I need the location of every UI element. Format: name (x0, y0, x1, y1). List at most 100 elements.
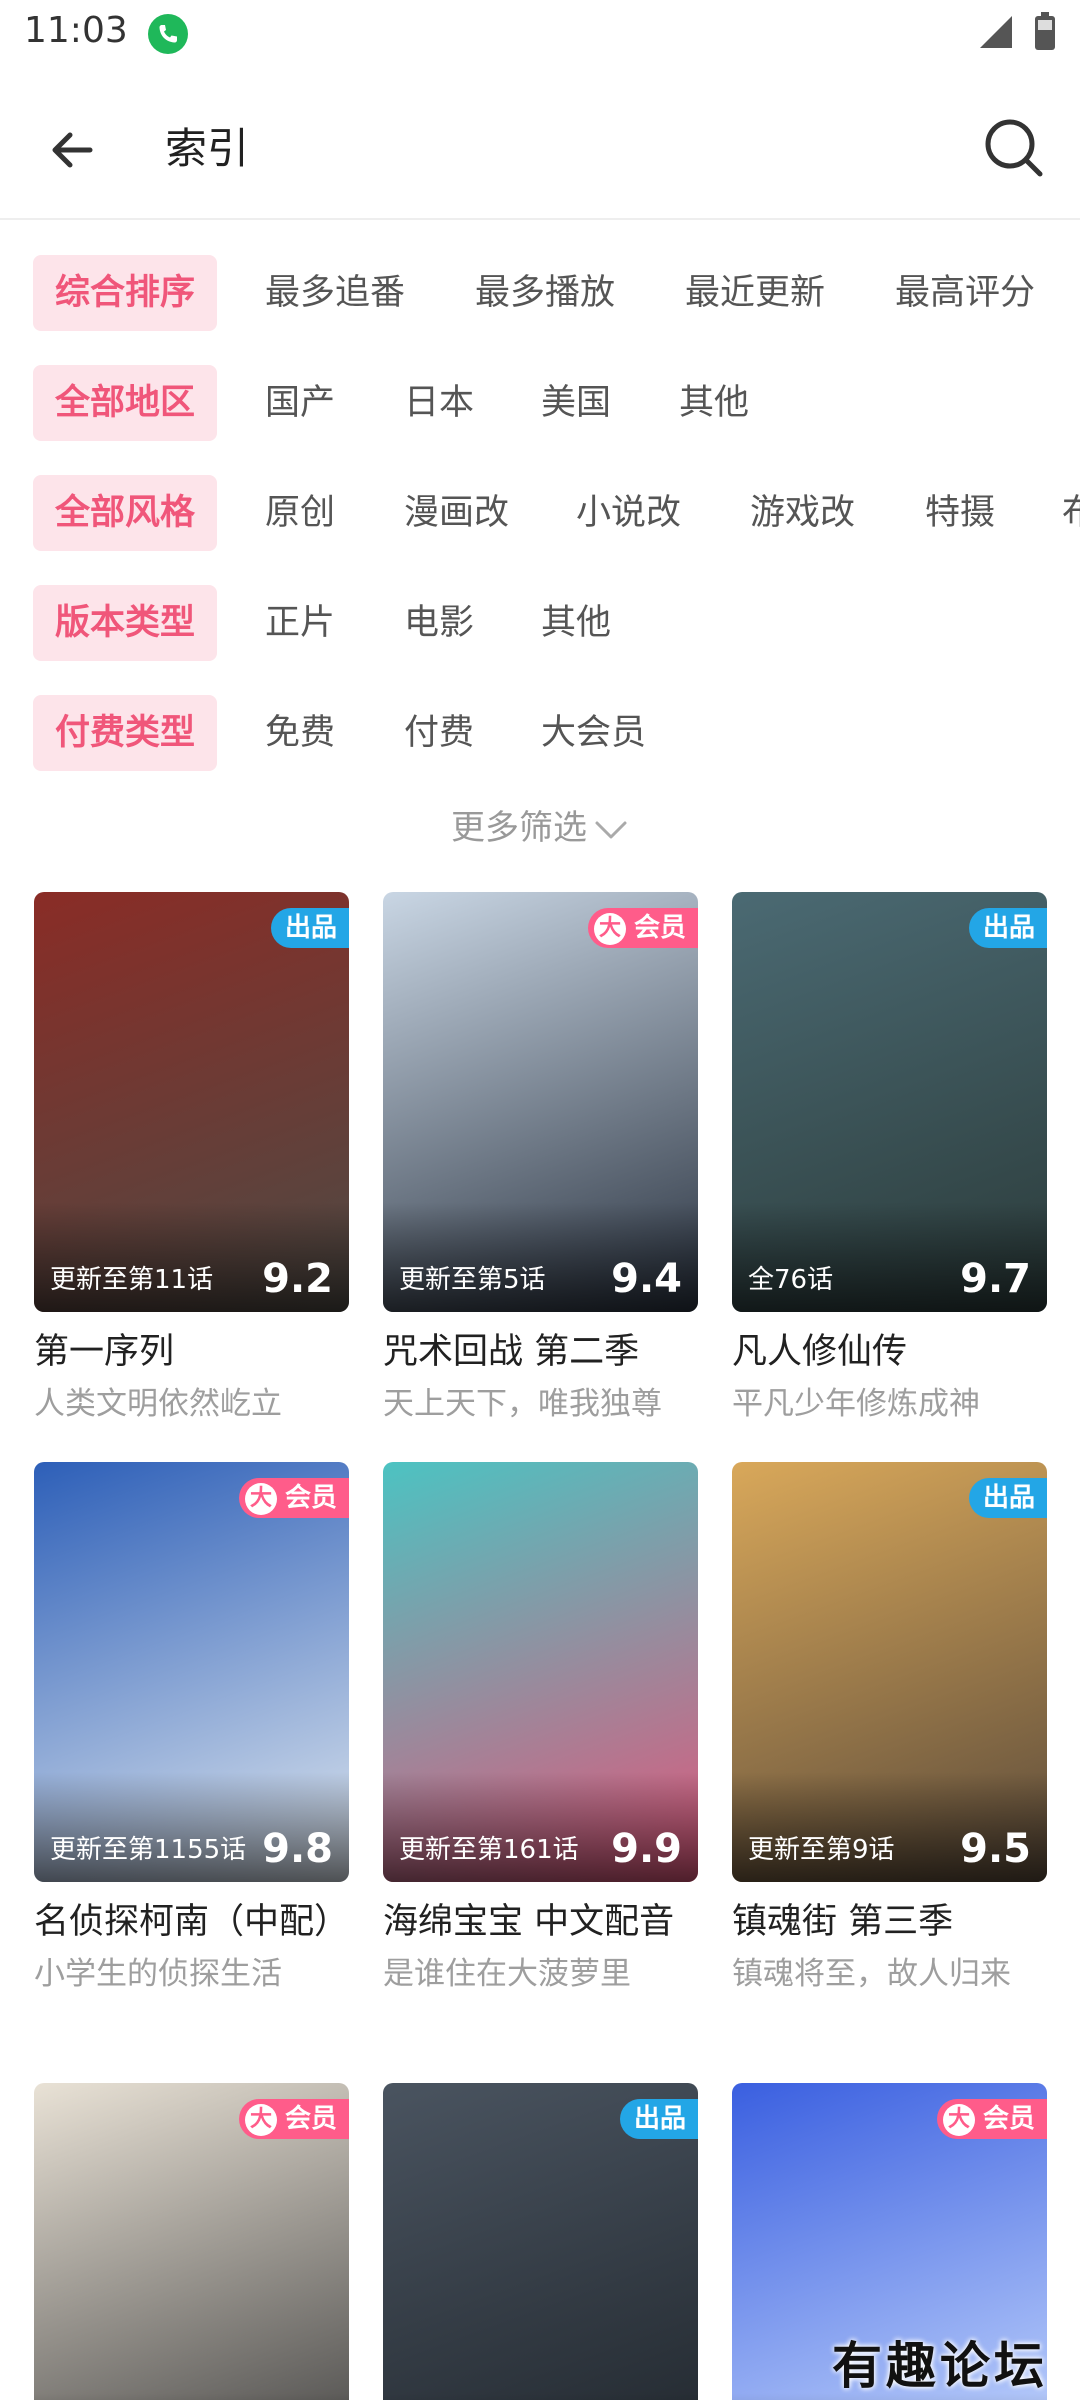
poster-image[interactable]: 出品 (383, 2083, 698, 2400)
chip-style-original[interactable]: 原创 (265, 475, 335, 551)
poster-shade (383, 2393, 698, 2400)
anime-card[interactable]: 出品 (383, 2083, 698, 2400)
anime-card[interactable]: 出品 更新至第11话 9.2 第一序列人类文明依然屹立 (34, 892, 349, 1426)
poster-shade (34, 2393, 349, 2400)
badge-label: 出品 (284, 913, 337, 943)
status-time: 11:03 (24, 10, 128, 51)
chip-style-novel[interactable]: 小说改 (576, 475, 681, 551)
card-title[interactable]: 第一序列 (34, 1326, 349, 1378)
rating-score: 9.5 (960, 1826, 1031, 1872)
anime-card[interactable]: 大会员更新至第5话 9.4 咒术回战 第二季天上天下，唯我独尊 (383, 892, 698, 1426)
app-bar: 索引 (0, 70, 1080, 220)
badge-label: 出品 (633, 2104, 686, 2134)
poster-image[interactable]: 大会员更新至第5话 9.4 (383, 892, 698, 1312)
poster-image[interactable]: 出品 全76话 9.7 (732, 892, 1047, 1312)
vip-badge: 大会员 (238, 2099, 349, 2139)
signal-icon (980, 16, 1012, 48)
poster-image[interactable]: 更新至第161话 9.9 (383, 1462, 698, 1882)
card-title[interactable]: 镇魂街 第三季 (732, 1896, 1047, 1948)
filter-row-region: 全部地区 国产 日本 美国 其他 (0, 365, 1080, 441)
badge-label: 出品 (982, 913, 1035, 943)
vip-mark: 大 (942, 2104, 975, 2136)
chip-version-all[interactable]: 版本类型 (33, 585, 218, 661)
chip-pay-all[interactable]: 付费类型 (33, 695, 218, 771)
anime-card[interactable]: 出品更新至第9话 9.5 镇魂街 第三季镇魂将至，故人归来 (732, 1462, 1047, 1996)
badge-label: 会员 (284, 2104, 337, 2134)
card-title[interactable]: 咒术回战 第二季 (383, 1326, 698, 1378)
anime-card[interactable]: 出品 全76话 9.7 凡人修仙传 平凡少年修炼成神 (732, 892, 1047, 1426)
search-button[interactable] (976, 110, 1052, 186)
anime-card[interactable]: 大会员更新至第1155话 9.8 名侦探柯南（中配） 小学生的侦探生活 (34, 1462, 349, 1996)
call-icon (148, 14, 188, 54)
episode-status: 更新至第1155话 (50, 1835, 247, 1865)
episode-status: 更新至第161话 (399, 1835, 579, 1865)
chip-most-followed[interactable]: 最多追番 (265, 255, 405, 331)
badge-label: 会员 (284, 1483, 337, 1513)
card-subtitle: 天上天下，唯我独尊 (383, 1386, 662, 1422)
rating-score: 9.2 (262, 1256, 333, 1302)
vip-mark: 大 (244, 2104, 277, 2136)
original-badge: 出品 (968, 1478, 1047, 1518)
vip-mark: 大 (593, 913, 626, 945)
card-subtitle: 是谁住在大菠萝里 (383, 1956, 631, 1992)
chip-region-china[interactable]: 国产 (265, 365, 335, 441)
card-title[interactable]: 海绵宝宝 中文配音 (383, 1896, 698, 1948)
chip-region-usa[interactable]: 美国 (541, 365, 611, 441)
poster-image[interactable]: 大会员 (34, 2083, 349, 2400)
chip-recently-updated[interactable]: 最近更新 (685, 255, 825, 331)
chevron-down-icon (595, 821, 627, 838)
rating-score: 9.8 (262, 1826, 333, 1872)
filter-row-pay: 付费类型 免费 付费 大会员 (0, 695, 1080, 771)
watermark-text: 有趣论坛 (832, 2336, 1048, 2395)
card-title[interactable]: 名侦探柯南（中配） (34, 1896, 349, 1948)
anime-card[interactable]: 大会员 (34, 2083, 349, 2400)
poster-image[interactable]: 大会员更新至第1155话 9.8 (34, 1462, 349, 1882)
chip-version-episode[interactable]: 正片 (265, 585, 335, 661)
chip-pay-vip[interactable]: 大会员 (541, 695, 646, 771)
chip-sort-all[interactable]: 综合排序 (33, 255, 218, 331)
badge-label: 会员 (633, 913, 686, 943)
back-button[interactable] (40, 112, 116, 188)
episode-status: 全76话 (748, 1265, 834, 1295)
chip-region-all[interactable]: 全部地区 (33, 365, 218, 441)
episode-status: 更新至第9话 (748, 1835, 895, 1865)
chip-top-rated[interactable]: 最高评分 (895, 255, 1035, 331)
badge-label: 出品 (982, 1483, 1035, 1513)
more-filters-button[interactable]: 更多筛选 (0, 800, 1080, 849)
rating-score: 9.9 (611, 1826, 682, 1872)
vip-badge: 大会员 (587, 908, 698, 948)
card-subtitle: 镇魂将至，故人归来 (732, 1956, 1011, 1992)
vip-badge: 大会员 (238, 1478, 349, 1518)
filter-row-version: 版本类型 正片 电影 其他 (0, 585, 1080, 661)
anime-card[interactable]: 更新至第161话 9.9 海绵宝宝 中文配音是谁住在大菠萝里 (383, 1462, 698, 1996)
filter-row-sort: 综合排序 最多追番 最多播放 最近更新 最高评分 (0, 255, 1080, 331)
search-icon (985, 119, 1043, 177)
status-bar: 11:03 (0, 0, 1080, 70)
chip-style-puppet[interactable]: 布 (1062, 475, 1080, 551)
original-badge: 出品 (968, 908, 1047, 948)
poster-image[interactable]: 出品更新至第9话 9.5 (732, 1462, 1047, 1882)
chip-style-game[interactable]: 游戏改 (750, 475, 855, 551)
chip-version-other[interactable]: 其他 (541, 585, 611, 661)
card-subtitle: 小学生的侦探生活 (34, 1956, 282, 1992)
page-title: 索引 (165, 124, 250, 173)
poster-image[interactable]: 出品 更新至第11话 9.2 (34, 892, 349, 1312)
original-badge: 出品 (619, 2099, 698, 2139)
chip-version-movie[interactable]: 电影 (404, 585, 474, 661)
card-title[interactable]: 凡人修仙传 (732, 1326, 1047, 1378)
chip-pay-paid[interactable]: 付费 (404, 695, 474, 771)
card-subtitle: 人类文明依然屹立 (34, 1386, 282, 1422)
chip-region-japan[interactable]: 日本 (404, 365, 474, 441)
chip-region-other[interactable]: 其他 (679, 365, 749, 441)
episode-status: 更新至第5话 (399, 1265, 546, 1295)
chip-style-tokusatsu[interactable]: 特摄 (925, 475, 995, 551)
card-subtitle: 平凡少年修炼成神 (732, 1386, 980, 1422)
filter-row-style: 全部风格 原创 漫画改 小说改 游戏改 特摄 布 (0, 475, 1080, 551)
vip-badge: 大会员 (936, 2099, 1047, 2139)
rating-score: 9.4 (611, 1256, 682, 1302)
chip-style-manga[interactable]: 漫画改 (404, 475, 509, 551)
chip-pay-free[interactable]: 免费 (265, 695, 335, 771)
chip-style-all[interactable]: 全部风格 (33, 475, 218, 551)
chip-most-played[interactable]: 最多播放 (475, 255, 615, 331)
arrow-left-icon (52, 132, 93, 168)
